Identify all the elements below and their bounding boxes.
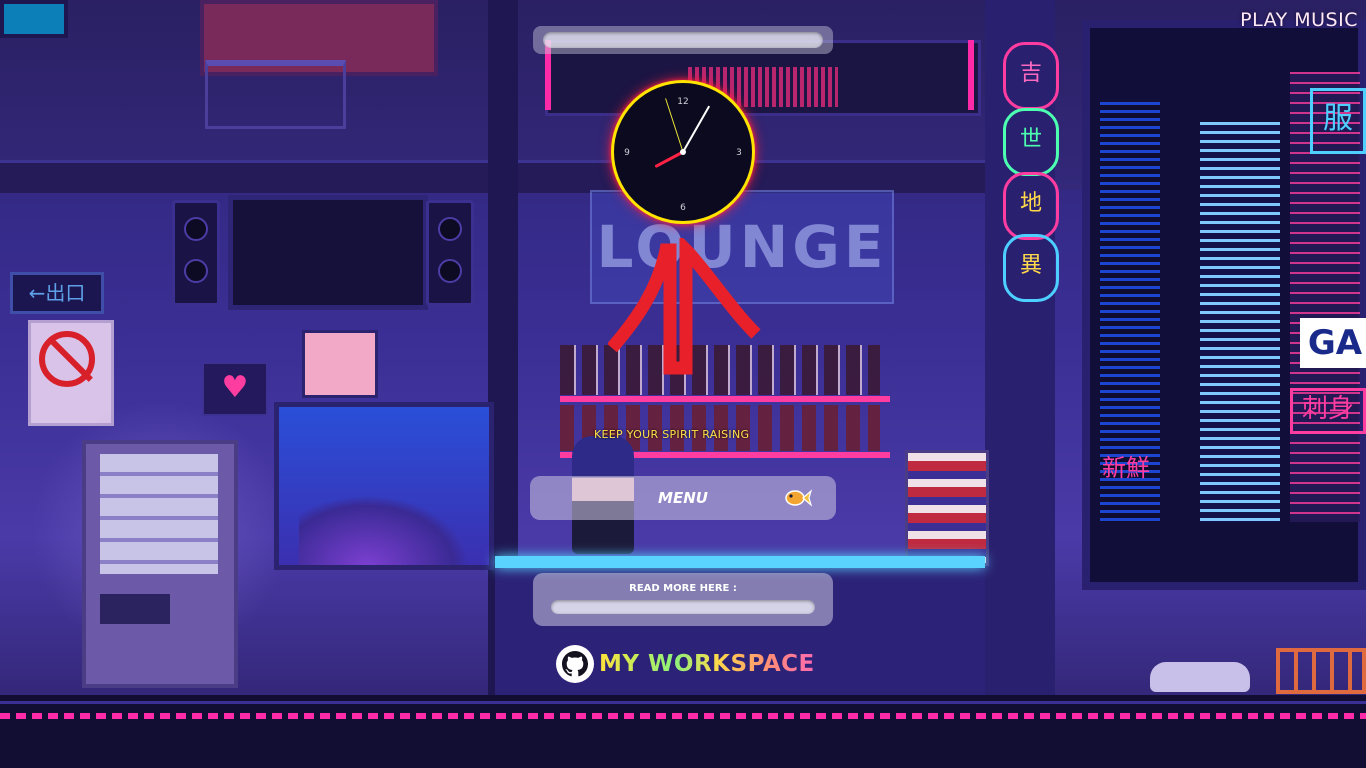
floor xyxy=(0,695,1366,768)
minute-hand xyxy=(682,105,710,153)
speaker xyxy=(172,200,220,306)
neon-sign: 刺身 xyxy=(1290,388,1366,434)
hour-hand xyxy=(655,150,685,168)
drink-fridge xyxy=(905,450,989,566)
lantern: 世 xyxy=(1003,108,1059,176)
my-workspace-link[interactable]: MY WORKSPACE xyxy=(555,643,815,685)
table xyxy=(205,60,346,129)
play-music-button[interactable]: PLAY MUSIC xyxy=(1240,9,1358,31)
tagline-text: KEEP YOUR SPIRIT RAISING xyxy=(594,428,750,441)
clock-numeral-9: 9 xyxy=(624,148,630,158)
neon-rail xyxy=(968,40,974,110)
prohibition-icon xyxy=(39,331,95,387)
brand-logo-icon xyxy=(608,238,761,375)
vending-machine xyxy=(82,440,238,688)
neon-sign: 服 xyxy=(1310,88,1366,154)
floor-rail xyxy=(0,701,1366,704)
aquarium-plants xyxy=(299,495,469,565)
clock-face: 12 3 6 9 xyxy=(624,97,742,213)
top-search-bar[interactable] xyxy=(533,26,833,54)
lantern: 異 xyxy=(1003,234,1059,302)
sleeping-cat xyxy=(1150,662,1250,692)
top-bar-track[interactable] xyxy=(543,32,823,48)
counter-neon-edge xyxy=(495,556,985,568)
vending-slot xyxy=(100,594,170,624)
lantern: 地 xyxy=(1003,172,1059,240)
clock-numeral-12: 12 xyxy=(677,97,688,107)
goldfish-icon[interactable] xyxy=(780,482,812,514)
read-more-panel: READ MORE HERE : xyxy=(533,573,833,626)
github-icon[interactable] xyxy=(555,644,595,684)
menu-button[interactable]: MENU xyxy=(530,476,836,520)
anime-poster xyxy=(302,330,378,398)
analog-clock: 12 3 6 9 xyxy=(611,80,755,224)
city-billboard: GA xyxy=(1300,318,1366,368)
no-entry-sign xyxy=(28,320,114,426)
city-window: 服 GA 刺身 新鮮 xyxy=(1082,20,1366,590)
clock-numeral-3: 3 xyxy=(736,148,742,158)
tv-screen xyxy=(228,195,428,310)
clock-numeral-6: 6 xyxy=(680,203,686,213)
logo-stroke xyxy=(608,238,761,375)
window xyxy=(0,0,68,38)
read-more-label: READ MORE HERE : xyxy=(629,583,737,594)
read-more-input[interactable] xyxy=(551,600,815,614)
workspace-label: MY WORKSPACE xyxy=(599,651,815,677)
floor-neon-stripe xyxy=(0,713,1366,719)
aquarium xyxy=(274,402,494,570)
speaker xyxy=(426,200,474,306)
exit-sign: ←出口 xyxy=(10,272,104,314)
building xyxy=(1200,122,1280,522)
neon-sign: 新鮮 xyxy=(1102,454,1150,482)
lantern: 吉 xyxy=(1003,42,1059,110)
crate xyxy=(1276,648,1366,694)
vending-glass xyxy=(100,454,218,574)
clock-center xyxy=(680,149,686,155)
heart-icon: ♥ xyxy=(202,362,268,416)
